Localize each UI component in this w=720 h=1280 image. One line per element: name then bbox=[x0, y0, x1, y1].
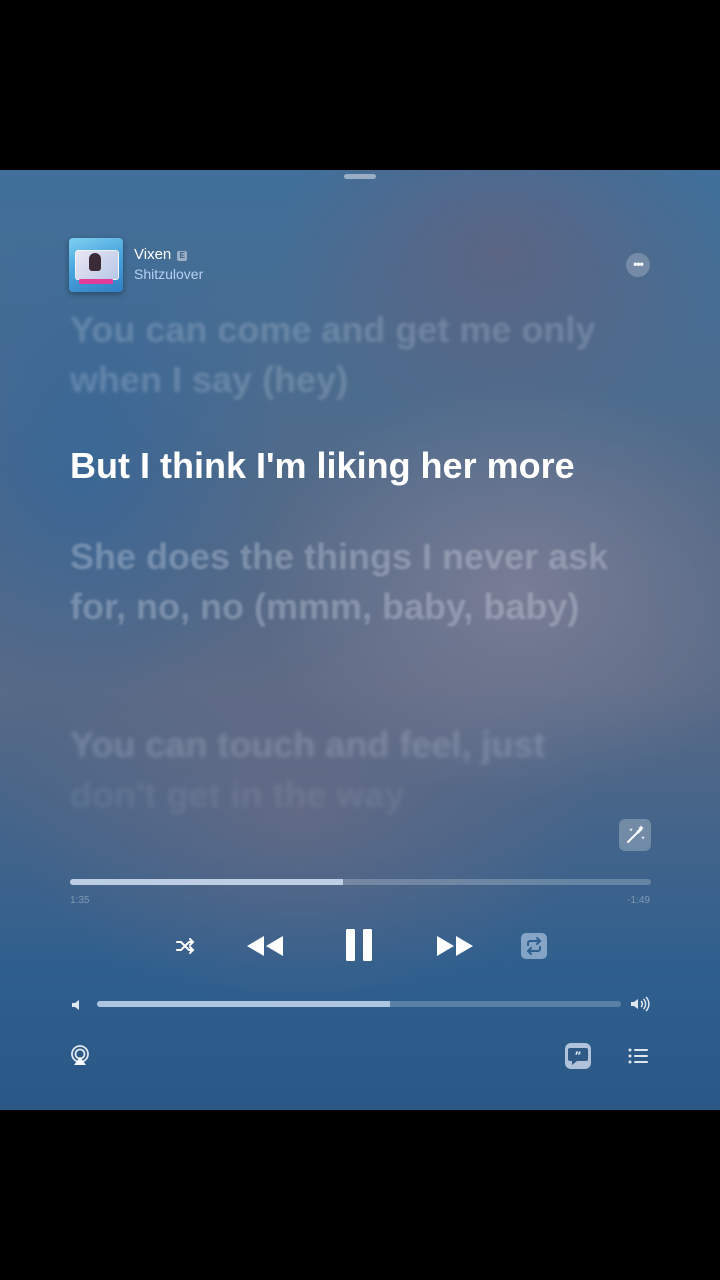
lyric-line-next-2-part2: don't get in the way bbox=[70, 774, 405, 815]
lyrics-quote-icon: ” bbox=[568, 1048, 588, 1065]
progress-slider[interactable] bbox=[70, 879, 651, 885]
svg-text:”: ” bbox=[574, 1050, 581, 1063]
volume-low-icon bbox=[70, 998, 84, 1012]
rewind-button[interactable] bbox=[245, 932, 285, 960]
rewind-icon bbox=[247, 936, 283, 956]
lyric-line-next-2-part1: You can touch and feel, just bbox=[70, 724, 546, 765]
artist-name[interactable]: Shitzulover bbox=[134, 266, 203, 282]
shuffle-button[interactable] bbox=[173, 934, 197, 958]
lyric-line-previous[interactable]: You can come and get me only when I say … bbox=[70, 305, 660, 405]
repeat-button[interactable] bbox=[521, 933, 547, 959]
sheet-grabber[interactable] bbox=[344, 174, 376, 179]
airplay-button[interactable] bbox=[69, 1044, 91, 1066]
remaining-time: -1:49 bbox=[627, 895, 650, 906]
lyrics-button[interactable]: ” bbox=[565, 1043, 591, 1069]
airplay-icon bbox=[71, 1045, 89, 1065]
more-options-button[interactable]: ••• bbox=[626, 253, 650, 277]
album-art[interactable] bbox=[69, 238, 123, 292]
explicit-badge: E bbox=[177, 251, 188, 261]
volume-high-icon bbox=[630, 996, 650, 1012]
progress-fill bbox=[70, 879, 344, 885]
album-art-strip bbox=[79, 279, 113, 284]
fast-forward-icon bbox=[437, 936, 473, 956]
repeat-icon bbox=[526, 937, 542, 955]
pause-button[interactable] bbox=[342, 927, 376, 963]
lyric-line-current[interactable]: But I think I'm liking her more bbox=[70, 441, 660, 491]
pause-icon bbox=[346, 929, 372, 961]
magic-wand-icon bbox=[627, 825, 645, 843]
volume-slider[interactable] bbox=[97, 1001, 621, 1007]
fast-forward-button[interactable] bbox=[435, 932, 475, 960]
magic-wand-button[interactable] bbox=[619, 819, 651, 851]
now-playing-screen: Vixen E Shitzulover ••• You can come and … bbox=[0, 170, 720, 1110]
queue-list-icon bbox=[628, 1048, 648, 1064]
song-title[interactable]: Vixen E bbox=[134, 246, 188, 263]
song-title-text: Vixen bbox=[134, 246, 172, 263]
lyric-line-next-2[interactable]: You can touch and feel, just don't get i… bbox=[70, 720, 660, 820]
album-art-figure bbox=[89, 253, 101, 271]
elapsed-time: 1:35 bbox=[70, 895, 90, 906]
shuffle-icon bbox=[176, 938, 195, 954]
volume-fill bbox=[97, 1001, 391, 1007]
queue-button[interactable] bbox=[627, 1047, 649, 1065]
lyric-line-next[interactable]: She does the things I never ask for, no,… bbox=[70, 532, 660, 632]
